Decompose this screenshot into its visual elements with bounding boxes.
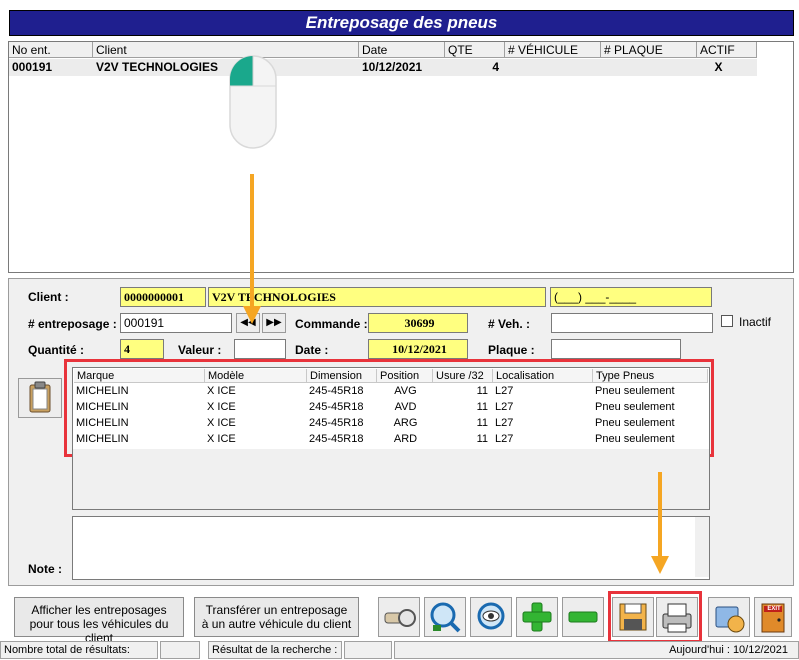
entreposage-field[interactable]: 000191 (120, 313, 232, 333)
gear-tools-icon (715, 606, 745, 633)
entreposage-label: # entreposage : (28, 317, 117, 331)
window-title: Entreposage des pneus (9, 10, 794, 36)
col-vehicule[interactable]: # VÉHICULE (505, 42, 601, 58)
arrow-down-icon (243, 174, 261, 324)
status-total-value (160, 641, 200, 659)
plaque-label: Plaque : (488, 343, 535, 357)
save-print-highlight (608, 591, 702, 643)
mouse-click-icon (229, 55, 277, 149)
col-no-ent[interactable]: No ent. (9, 42, 93, 58)
clipboard-button[interactable] (18, 378, 62, 418)
add-button[interactable] (516, 597, 558, 637)
results-grid[interactable]: No ent. Client Date QTE # VÉHICULE # PLA… (8, 41, 794, 273)
col-actif[interactable]: ACTIF (697, 42, 757, 58)
date-field[interactable]: 10/12/2021 (368, 339, 468, 359)
settings-button[interactable] (708, 597, 750, 637)
col-client[interactable]: Client (93, 42, 359, 58)
client-code-field[interactable]: 0000000001 (120, 287, 206, 307)
cell-client: V2V TECHNOLOGIES (96, 60, 219, 74)
status-date: Aujourd'hui : 10/12/2021 (394, 641, 799, 659)
zoom-button[interactable] (424, 597, 466, 637)
cell-actif: X (714, 60, 723, 74)
commande-field[interactable]: 30699 (368, 313, 468, 333)
inactif-label: Inactif (739, 315, 772, 329)
valeur-label: Valeur : (178, 343, 222, 357)
inactif-checkbox[interactable] (721, 315, 733, 327)
col-plaque[interactable]: # PLAQUE (601, 42, 697, 58)
double-right-icon: ▶▶ (266, 317, 282, 328)
arrow-down-icon-2 (651, 472, 669, 574)
remove-button[interactable] (562, 597, 604, 637)
cell-no-ent: 000191 (12, 60, 53, 74)
exit-door-icon (761, 603, 785, 633)
tires-empty-area (72, 449, 710, 510)
status-recherche: Résultat de la recherche : (208, 641, 342, 659)
afficher-button[interactable]: Afficher les entreposages pour tous les … (14, 597, 184, 645)
view-button[interactable] (470, 597, 512, 637)
minus-icon (568, 611, 598, 623)
magnifier-icon (430, 602, 461, 633)
next-button[interactable]: ▶▶ (262, 313, 286, 333)
valeur-field[interactable] (234, 339, 286, 359)
col-qte[interactable]: QTE (445, 42, 505, 58)
veh-field[interactable] (551, 313, 713, 333)
note-scrollbar[interactable] (695, 517, 709, 577)
status-recherche-value (344, 641, 392, 659)
veh-label: # Veh. : (488, 317, 531, 331)
cell-date: 10/12/2021 (362, 60, 423, 74)
plaque-field[interactable] (551, 339, 681, 359)
note-label: Note : (28, 562, 62, 576)
commande-label: Commande : (295, 317, 368, 331)
flashlight-icon (384, 609, 416, 627)
note-field[interactable] (72, 516, 710, 580)
exit-button[interactable]: EXIT (754, 597, 792, 637)
plus-icon (522, 602, 552, 632)
quantite-field[interactable]: 4 (120, 339, 164, 359)
tires-highlight (64, 359, 714, 457)
client-label: Client : (28, 290, 69, 304)
date-label: Date : (295, 343, 329, 357)
eye-icon (477, 602, 505, 630)
client-phone-field[interactable]: (___) ___-____ (550, 287, 712, 307)
exit-label: EXIT (767, 606, 781, 612)
col-date[interactable]: Date (359, 42, 445, 58)
transferer-button[interactable]: Transférer un entreposage à un autre véh… (194, 597, 359, 637)
clipboard-icon (29, 381, 51, 413)
status-total: Nombre total de résultats: (0, 641, 158, 659)
cell-qte: 4 (492, 60, 499, 74)
search-button[interactable] (378, 597, 420, 637)
quantite-label: Quantité : (28, 343, 84, 357)
